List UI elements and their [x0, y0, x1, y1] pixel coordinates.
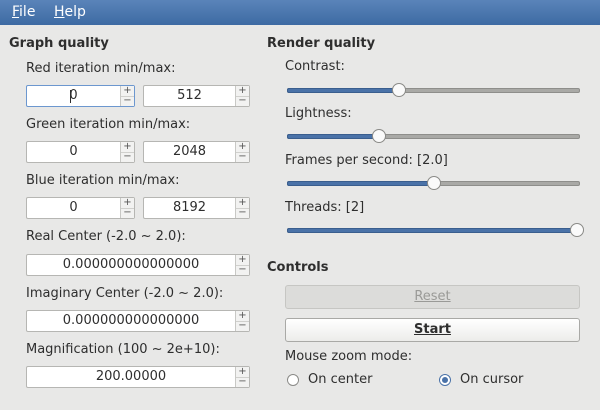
blue-min-value: 0	[69, 200, 78, 215]
green-min-value: 0	[69, 144, 78, 159]
lightness-slider[interactable]	[287, 128, 580, 144]
red-max-value: 512	[177, 88, 202, 103]
green-iteration-label: Green iteration min/max:	[26, 117, 191, 132]
red-max-spinbox[interactable]: 512 + −	[143, 85, 250, 107]
contrast-slider[interactable]	[287, 82, 580, 98]
mouse-zoom-mode-label: Mouse zoom mode:	[285, 349, 413, 364]
blue-max-value: 8192	[172, 200, 207, 215]
menu-bar: File Help	[0, 0, 600, 25]
real-center-spinbox[interactable]: 0.000000000000000 + −	[26, 254, 250, 276]
text-caret	[70, 90, 71, 103]
graph-quality-title: Graph quality	[9, 36, 109, 51]
lightness-label: Lightness:	[285, 106, 352, 121]
blue-min-spinbox[interactable]: 0 + −	[26, 197, 135, 219]
red-min-spinbox[interactable]: 0 + −	[26, 85, 135, 107]
threads-slider[interactable]	[287, 222, 584, 238]
contrast-slider-handle[interactable]	[392, 83, 407, 97]
green-max-spinbox[interactable]: 2048 + −	[143, 141, 250, 163]
green-min-spinbox[interactable]: 0 + −	[26, 141, 135, 163]
slider-fill	[287, 88, 400, 93]
threads-slider-handle[interactable]	[570, 223, 584, 237]
lightness-slider-handle[interactable]	[371, 129, 386, 143]
render-quality-title: Render quality	[267, 36, 376, 51]
fps-slider[interactable]	[287, 175, 580, 191]
slider-fill	[287, 181, 434, 186]
blue-max-decrement-button[interactable]: −	[236, 208, 249, 218]
imaginary-center-value: 0.000000000000000	[62, 313, 200, 328]
reset-button-label: Reset	[414, 289, 451, 304]
green-max-decrement-button[interactable]: −	[236, 152, 249, 162]
green-max-value: 2048	[172, 144, 207, 159]
real-center-decrement-button[interactable]: −	[236, 265, 249, 275]
real-center-value: 0.000000000000000	[62, 257, 200, 272]
blue-max-spinbox[interactable]: 8192 + −	[143, 197, 250, 219]
blue-min-decrement-button[interactable]: −	[121, 208, 134, 218]
magnification-decrement-button[interactable]: −	[236, 377, 249, 387]
imaginary-center-spinbox[interactable]: 0.000000000000000 + −	[26, 310, 250, 332]
fps-slider-handle[interactable]	[426, 176, 441, 190]
red-max-decrement-button[interactable]: −	[236, 96, 249, 106]
red-min-decrement-button[interactable]: −	[121, 96, 134, 106]
menu-help[interactable]: Help	[54, 4, 86, 20]
real-center-label: Real Center (-2.0 ~ 2.0):	[26, 229, 186, 244]
fps-label: Frames per second: [2.0]	[285, 153, 448, 168]
reset-button[interactable]: Reset	[285, 285, 580, 309]
green-min-decrement-button[interactable]: −	[121, 152, 134, 162]
magnification-spinbox[interactable]: 200.00000 + −	[26, 366, 250, 388]
start-button-label: Start	[414, 322, 451, 337]
imaginary-center-decrement-button[interactable]: −	[236, 321, 249, 331]
on-cursor-radio[interactable]	[439, 374, 451, 386]
imaginary-center-label: Imaginary Center (-2.0 ~ 2.0):	[26, 286, 224, 301]
red-min-value: 0	[69, 88, 78, 103]
magnification-value: 200.00000	[95, 369, 167, 384]
threads-label: Threads: [2]	[285, 200, 365, 215]
contrast-label: Contrast:	[285, 59, 345, 74]
on-center-radio[interactable]	[287, 374, 299, 386]
blue-iteration-label: Blue iteration min/max:	[26, 173, 180, 188]
on-cursor-label[interactable]: On cursor	[460, 372, 523, 387]
magnification-label: Magnification (100 ~ 2e+10):	[26, 342, 220, 357]
red-iteration-label: Red iteration min/max:	[26, 61, 176, 76]
controls-title: Controls	[267, 260, 329, 275]
on-center-label[interactable]: On center	[308, 372, 372, 387]
slider-fill	[287, 228, 577, 233]
slider-fill	[287, 134, 379, 139]
menu-file[interactable]: File	[12, 4, 35, 20]
start-button[interactable]: Start	[285, 318, 580, 342]
